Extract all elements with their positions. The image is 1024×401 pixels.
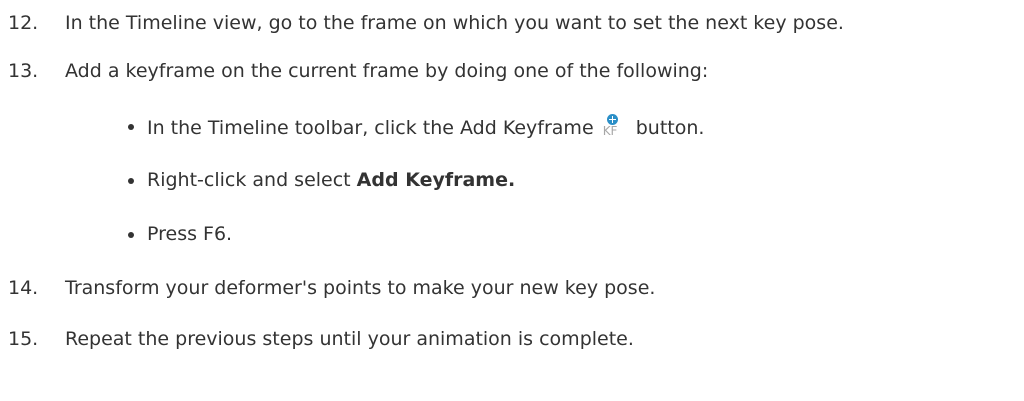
substep-text-before: Right-click and select [147,169,357,191]
bullet-dot [128,124,134,130]
step-text: In the Timeline view, go to the frame on… [65,12,844,34]
bullet-dot [128,232,134,238]
step-number: 14. [8,277,39,299]
step-text: Repeat the previous steps until your ani… [65,328,634,350]
bullet-item: In the Timeline toolbar, click the Add K… [128,114,705,140]
step-number: 13. [8,60,39,82]
substep-text-after: button. [635,117,705,139]
step-text: Transform your deformer's points to make… [65,277,656,299]
substep-text: Press F6. [147,223,233,245]
substep-text-before: In the Timeline toolbar, click the Add K… [147,117,594,139]
add-keyframe-icon: KF [602,114,624,140]
bullet-item: Right-click and select Add Keyframe. [128,168,516,192]
step-number: 15. [8,328,39,350]
step-number: 12. [8,12,39,34]
bullet-item: Press F6. [128,222,233,246]
substep-bold-text: Add Keyframe. [356,169,516,191]
keyframe-icon-label: KF [602,124,618,138]
step-text: Add a keyframe on the current frame by d… [65,60,709,82]
bullet-dot [128,178,134,184]
